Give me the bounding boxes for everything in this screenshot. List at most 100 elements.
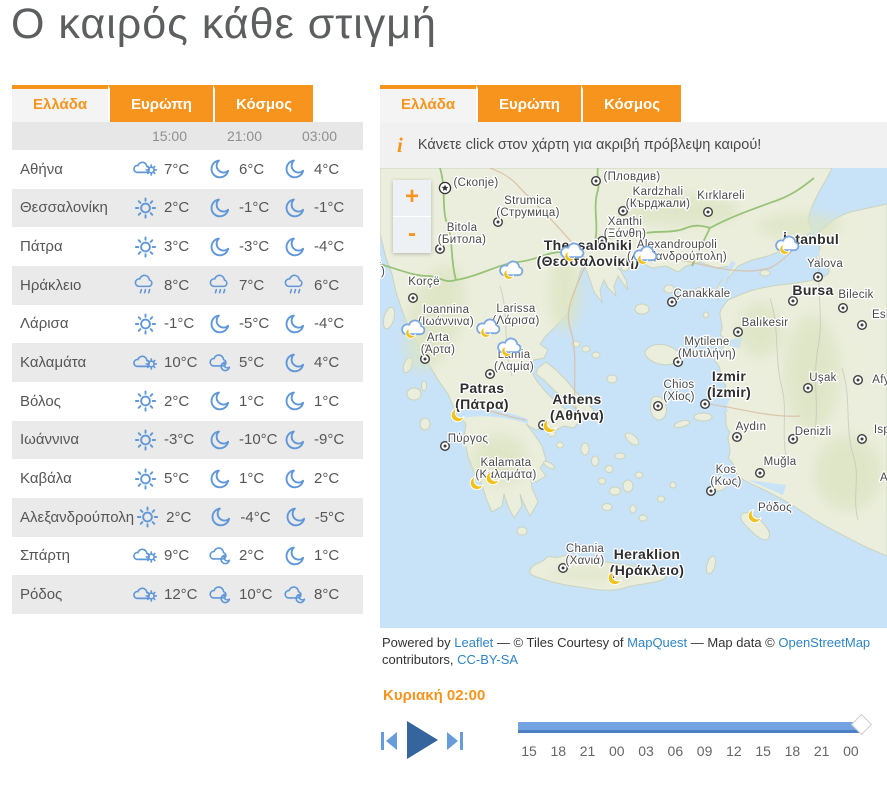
city-dot-icon [803, 383, 813, 393]
weather-row[interactable]: Πάτρα 3°C -3°C -4°C [12, 227, 363, 266]
map-city-label: Yalova [807, 258, 843, 270]
rain-icon [132, 273, 159, 297]
city-dot-icon [408, 293, 418, 303]
forecast-cell: -3°C [132, 428, 207, 452]
play-button[interactable] [405, 720, 440, 760]
sun-icon [132, 235, 159, 259]
map-tab[interactable]: Ελλάδα [380, 85, 477, 122]
map-tab[interactable]: Ευρώπη [476, 85, 581, 122]
map-city-label: Xanthi [608, 216, 642, 228]
temperature: 5°C [239, 354, 265, 372]
temperature: 4°C [314, 354, 340, 372]
city-dot-icon [755, 468, 765, 478]
timeline-slider[interactable]: 15 18 21 00 03 06 09 12 15 18 21 00 [518, 713, 873, 767]
timeline-bar[interactable] [518, 713, 873, 736]
map-city-label: Bursa [792, 282, 833, 298]
map-attribution: Powered by Leaflet — © Tiles Courtesy of… [380, 628, 887, 668]
attribution-text: contributors, [382, 652, 458, 667]
city-name: Ρόδος [20, 586, 63, 604]
timeline-tick: 00 [609, 743, 625, 759]
cloud-sun-icon [132, 544, 159, 568]
forecast-cell: 6°C [282, 273, 357, 297]
weather-row[interactable]: Ρόδος 12°C 10°C 8°C [12, 575, 363, 614]
map-city-label: Bilecik [838, 289, 873, 301]
moon-icon [282, 351, 309, 375]
map-city-label: (Χίος) [663, 391, 695, 403]
time-columns: 15:00 21:00 03:00 [132, 128, 357, 144]
timeline-handle[interactable] [850, 713, 873, 736]
cloud-moon-icon [207, 583, 234, 607]
table-tab[interactable]: Ελλάδα [12, 85, 109, 122]
timeline-tick: 21 [579, 743, 596, 759]
skip-back-button[interactable] [380, 731, 398, 751]
timeline-ticks: 15 18 21 00 03 06 09 12 15 18 21 00 [518, 743, 862, 759]
weather-row[interactable]: Λάρισα -1°C -5°C -4°C [12, 304, 363, 344]
weather-row[interactable]: Θεσσαλονίκη 2°C -1°C -1°C [12, 188, 363, 228]
weather-row[interactable]: Αθήνα 7°C 6°C 4°C [12, 150, 363, 189]
temperature: -3°C [239, 238, 270, 256]
moon-icon [282, 196, 309, 220]
temperature: 12°C [164, 586, 198, 604]
temperature: -4°C [240, 508, 271, 526]
forecast-cell: 5°C [132, 467, 207, 491]
time-column-header: 21:00 [226, 128, 263, 144]
map-city-label: (Χανιά) [565, 555, 604, 567]
weather-row[interactable]: Ιωάννινα -3°C -10°C -9°C [12, 420, 363, 460]
attribution-link[interactable]: CC-BY-SA [457, 652, 518, 667]
attribution-text: — Map data © [687, 635, 779, 650]
timeline-tick: 15 [755, 743, 771, 759]
city-dot-icon [653, 401, 663, 411]
map-city-label: Korçë [408, 276, 440, 288]
forecast-cell: 4°C [282, 351, 357, 375]
temperature: 4°C [314, 160, 340, 178]
sun-icon [132, 428, 159, 452]
city-dot-icon [732, 432, 742, 442]
moon-icon [208, 505, 235, 529]
attribution-link[interactable]: Leaflet [454, 635, 493, 650]
map-city-label: Uşak [809, 372, 836, 384]
map-zoom-out-button[interactable]: - [393, 216, 431, 253]
map-city-label: Denizli [795, 426, 832, 438]
attribution-link[interactable]: MapQuest [627, 635, 687, 650]
map-city-label: (Αθήνα) [550, 407, 604, 423]
forecast-cell: -4°C [282, 312, 357, 336]
forecast-cell: -3°C [207, 235, 282, 259]
temperature: -4°C [314, 238, 345, 256]
table-tab[interactable]: Κόσμος [212, 85, 314, 122]
table-tab[interactable]: Ευρώπη [108, 85, 213, 122]
map-city-label: Arta [427, 332, 450, 344]
forecast-cell: 7°C [207, 273, 282, 297]
attribution-link[interactable]: OpenStreetMap [778, 635, 870, 650]
map-city-label: (Пловдив) [603, 171, 660, 183]
weather-map[interactable]: (Скопје) (Пловдив) Strumica (Струмица) Kardz… [380, 168, 887, 628]
weather-row[interactable]: Βόλος 2°C 1°C 1°C [12, 381, 363, 421]
forecast-cell: -1°C [207, 196, 282, 220]
city-name: Θεσσαλονίκη [20, 199, 108, 217]
map-zoom-in-button[interactable]: + [393, 180, 431, 216]
weather-row[interactable]: Ηράκλειο 8°C 7°C 6°C [12, 265, 363, 305]
map-tab[interactable]: Κόσμος [580, 85, 682, 122]
weather-row[interactable]: Αλεξανδρούπολη 2°C -4°C -5°C [12, 497, 363, 537]
forecast-cell: 2°C [134, 505, 208, 529]
map-city-label: Heraklion [614, 546, 681, 562]
temperature: 1°C [239, 470, 265, 488]
forecast-cell: 4°C [282, 157, 357, 181]
moon-icon [282, 312, 309, 336]
city-dot-icon [485, 369, 495, 379]
weather-row[interactable]: Καβάλα 5°C 1°C 2°C [12, 459, 363, 498]
timeline-tick: 21 [813, 743, 830, 759]
forecast-cell: -5°C [283, 505, 357, 529]
forecast-cell: -5°C [207, 312, 282, 336]
forecast-cell: 3°C [132, 235, 207, 259]
map-city-label: Esk [872, 309, 887, 321]
cloud-sun-icon [132, 583, 159, 607]
temperature: -5°C [239, 315, 270, 333]
map-city-label: A [880, 472, 887, 484]
temperature: 9°C [164, 547, 190, 565]
city-dot-icon [703, 206, 713, 218]
map-city-label: Muğla [764, 456, 797, 468]
map-city-label: Athens [552, 391, 601, 407]
weather-row[interactable]: Σπάρτη 9°C 2°C 1°C [12, 536, 363, 576]
weather-row[interactable]: Καλαμάτα 10°C 5°C 4°C [12, 343, 363, 382]
skip-forward-button[interactable] [446, 731, 464, 751]
